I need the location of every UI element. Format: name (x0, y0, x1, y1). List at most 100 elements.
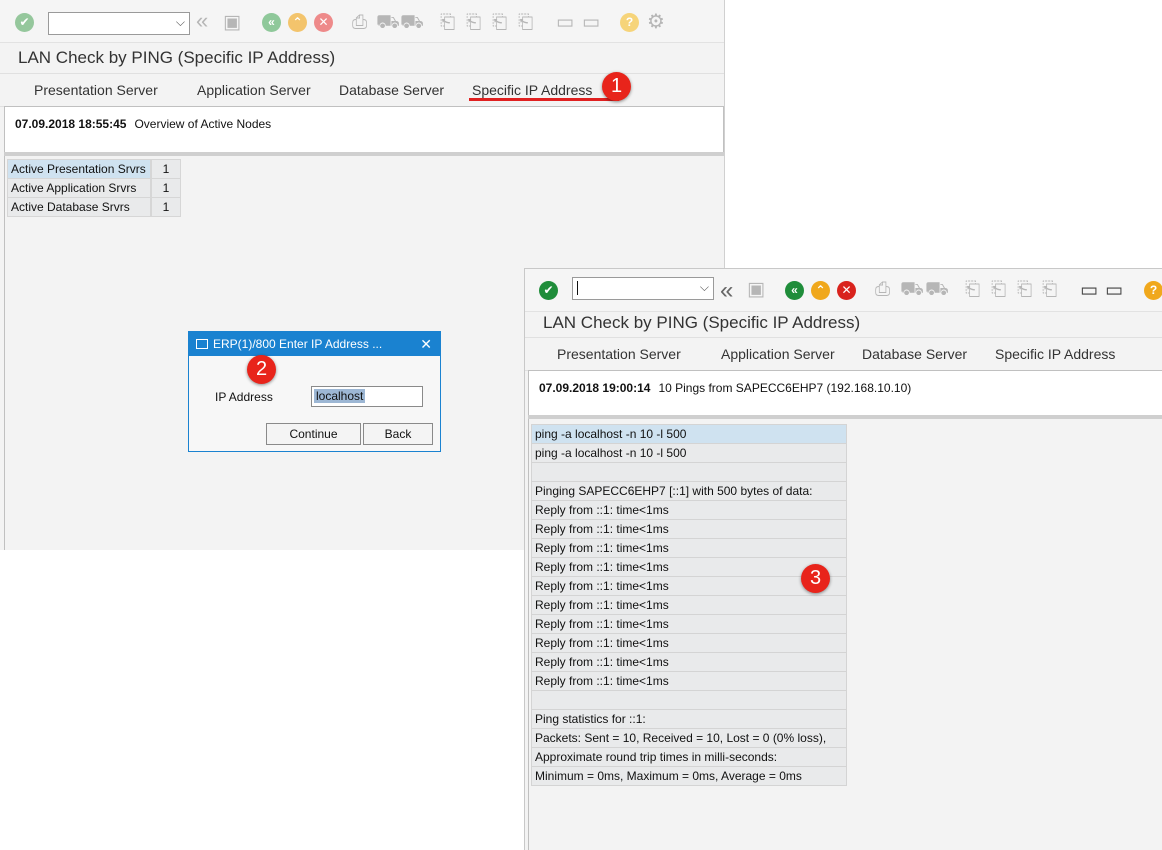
help-icon[interactable]: ? (620, 13, 639, 32)
tab-application-server[interactable]: Application Server (721, 346, 835, 362)
back-double-icon[interactable]: « (720, 277, 733, 305)
ip-address-value: localhost (314, 389, 366, 403)
list-item[interactable]: Reply from ::1: time<1ms (531, 501, 847, 520)
help-icon[interactable]: ? (1144, 281, 1162, 300)
list-item[interactable] (531, 691, 847, 710)
save-icon[interactable]: ▣ (747, 280, 765, 299)
back-double-icon[interactable]: « (196, 10, 208, 32)
list-item[interactable]: Reply from ::1: time<1ms (531, 615, 847, 634)
enter-check-icon[interactable]: ✔ (539, 281, 558, 300)
find-icon[interactable]: ⛟ (376, 13, 400, 32)
list-item[interactable]: Ping statistics for ::1: (531, 710, 847, 729)
create-session-icon[interactable]: ▭ (1080, 279, 1098, 302)
list-item[interactable]: ping -a localhost -n 10 -l 500 (531, 425, 847, 444)
timestamp: 07.09.2018 18:55:45 (15, 117, 127, 131)
dialog-title: ERP(1)/800 Enter IP Address ... (213, 337, 383, 351)
close-icon[interactable]: ✕ (420, 332, 432, 356)
step-badge-2: 2 (247, 355, 276, 384)
header-line: 07.09.2018 19:00:14 10 Pings from SAPECC6… (539, 381, 911, 395)
exit-nav-icon[interactable]: ⌃ (288, 13, 307, 32)
list-item[interactable]: Approximate round trip times in milli-se… (531, 748, 847, 767)
header-text: Overview of Active Nodes (134, 117, 272, 131)
tab-database-server[interactable]: Database Server (862, 346, 967, 362)
tab-highlight-underline (469, 98, 619, 101)
print-icon[interactable]: ⎙ (875, 280, 890, 299)
exit-nav-icon[interactable]: ⌃ (811, 281, 830, 300)
tab-database-server[interactable]: Database Server (339, 82, 444, 98)
node-count: 1 (151, 198, 181, 217)
node-label: Active Application Srvrs (7, 179, 151, 198)
command-field[interactable]: ⌵ (48, 12, 190, 35)
tab-strip: Presentation Server Application Server D… (525, 337, 1162, 371)
first-page-icon[interactable]: ⎗ (965, 280, 980, 299)
timestamp: 07.09.2018 19:00:14 (539, 381, 651, 395)
tab-application-server[interactable]: Application Server (197, 82, 311, 98)
shortcut-icon[interactable]: ▭ (582, 13, 600, 32)
dialog-titlebar: ERP(1)/800 Enter IP Address ... ✕ (189, 332, 440, 356)
dropdown-icon[interactable]: ⌵ (176, 15, 185, 30)
list-item[interactable]: Reply from ::1: time<1ms (531, 520, 847, 539)
dropdown-icon[interactable]: ⌵ (700, 280, 709, 295)
step-badge-3: 3 (801, 564, 830, 593)
tab-specific-ip-address[interactable]: Specific IP Address (995, 346, 1115, 362)
previous-page-icon[interactable]: ⎗ (991, 280, 1006, 299)
enter-ip-dialog: ERP(1)/800 Enter IP Address ... ✕ IP Add… (188, 331, 441, 452)
text-cursor (577, 281, 578, 295)
last-page-icon[interactable]: ⎗ (518, 13, 533, 32)
list-item[interactable]: Reply from ::1: time<1ms (531, 577, 847, 596)
previous-page-icon[interactable]: ⎗ (466, 13, 481, 32)
back-nav-icon[interactable]: « (262, 13, 281, 32)
sap-window-ping-results: ✔ ⌵ « ▣ « ⌃ ✕ ⎙ ⛟ ⛟ ⎗ ⎗ ⎗ ⎗ ▭ ▭ ? LAN Ch… (524, 268, 1162, 850)
toolbar: ✔ ⌵ « ▣ « ⌃ ✕ ⎙ ⛟ ⛟ ⎗ ⎗ ⎗ ⎗ ▭ ▭ ? ⚙ (0, 0, 724, 43)
list-item[interactable]: Reply from ::1: time<1ms (531, 596, 847, 615)
page-title: LAN Check by PING (Specific IP Address) (543, 313, 861, 332)
node-count: 1 (151, 179, 181, 198)
list-item[interactable]: Reply from ::1: time<1ms (531, 539, 847, 558)
header-text: 10 Pings from SAPECC6EHP7 (192.168.10.10… (658, 381, 912, 395)
tab-presentation-server[interactable]: Presentation Server (34, 82, 158, 98)
table-row[interactable]: Active Presentation Srvrs 1 (7, 160, 181, 179)
list-area: ping -a localhost -n 10 -l 500 ping -a lo… (528, 419, 1162, 850)
step-badge-1: 1 (602, 72, 631, 101)
header-line: 07.09.2018 18:55:45 Overview of Active No… (15, 117, 271, 131)
list-item[interactable]: Reply from ::1: time<1ms (531, 653, 847, 672)
first-page-icon[interactable]: ⎗ (440, 13, 455, 32)
node-label: Active Database Srvrs (7, 198, 151, 217)
list-item[interactable]: Pinging SAPECC6EHP7 [::1] with 500 bytes… (531, 482, 847, 501)
tab-specific-ip-address[interactable]: Specific IP Address (472, 82, 592, 98)
find-icon[interactable]: ⛟ (900, 280, 924, 299)
command-field[interactable]: ⌵ (572, 277, 714, 300)
back-button[interactable]: Back (363, 423, 433, 445)
continue-button[interactable]: Continue (266, 423, 361, 445)
find-next-icon[interactable]: ⛟ (400, 13, 424, 32)
tab-presentation-server[interactable]: Presentation Server (557, 346, 681, 362)
last-page-icon[interactable]: ⎗ (1042, 280, 1057, 299)
next-page-icon[interactable]: ⎗ (492, 13, 507, 32)
settings-icon[interactable]: ⚙ (647, 12, 665, 32)
create-session-icon[interactable]: ▭ (556, 13, 574, 32)
table-row[interactable]: Active Application Srvrs 1 (7, 179, 181, 198)
list-item[interactable]: ping -a localhost -n 10 -l 500 (531, 444, 847, 463)
back-nav-icon[interactable]: « (785, 281, 804, 300)
ip-address-input[interactable]: localhost (311, 386, 423, 407)
header-panel: 07.09.2018 18:55:45 Overview of Active No… (4, 106, 724, 154)
list-item[interactable]: Reply from ::1: time<1ms (531, 558, 847, 577)
find-next-icon[interactable]: ⛟ (925, 280, 949, 299)
node-label: Active Presentation Srvrs (7, 160, 151, 179)
nodes-table: Active Presentation Srvrs 1 Active Appli… (7, 159, 181, 217)
ping-output-list: ping -a localhost -n 10 -l 500 ping -a lo… (531, 424, 847, 786)
list-item[interactable]: Reply from ::1: time<1ms (531, 634, 847, 653)
table-row[interactable]: Active Database Srvrs 1 (7, 198, 181, 217)
next-page-icon[interactable]: ⎗ (1017, 280, 1032, 299)
toolbar: ✔ ⌵ « ▣ « ⌃ ✕ ⎙ ⛟ ⛟ ⎗ ⎗ ⎗ ⎗ ▭ ▭ ? (525, 269, 1162, 312)
list-item[interactable]: Minimum = 0ms, Maximum = 0ms, Average = … (531, 767, 847, 786)
save-icon[interactable]: ▣ (223, 13, 241, 32)
cancel-icon[interactable]: ✕ (837, 281, 856, 300)
print-icon[interactable]: ⎙ (352, 13, 367, 32)
list-item[interactable] (531, 463, 847, 482)
list-item[interactable]: Packets: Sent = 10, Received = 10, Lost … (531, 729, 847, 748)
shortcut-icon[interactable]: ▭ (1105, 279, 1123, 302)
cancel-icon[interactable]: ✕ (314, 13, 333, 32)
list-item[interactable]: Reply from ::1: time<1ms (531, 672, 847, 691)
enter-check-icon[interactable]: ✔ (15, 13, 34, 32)
